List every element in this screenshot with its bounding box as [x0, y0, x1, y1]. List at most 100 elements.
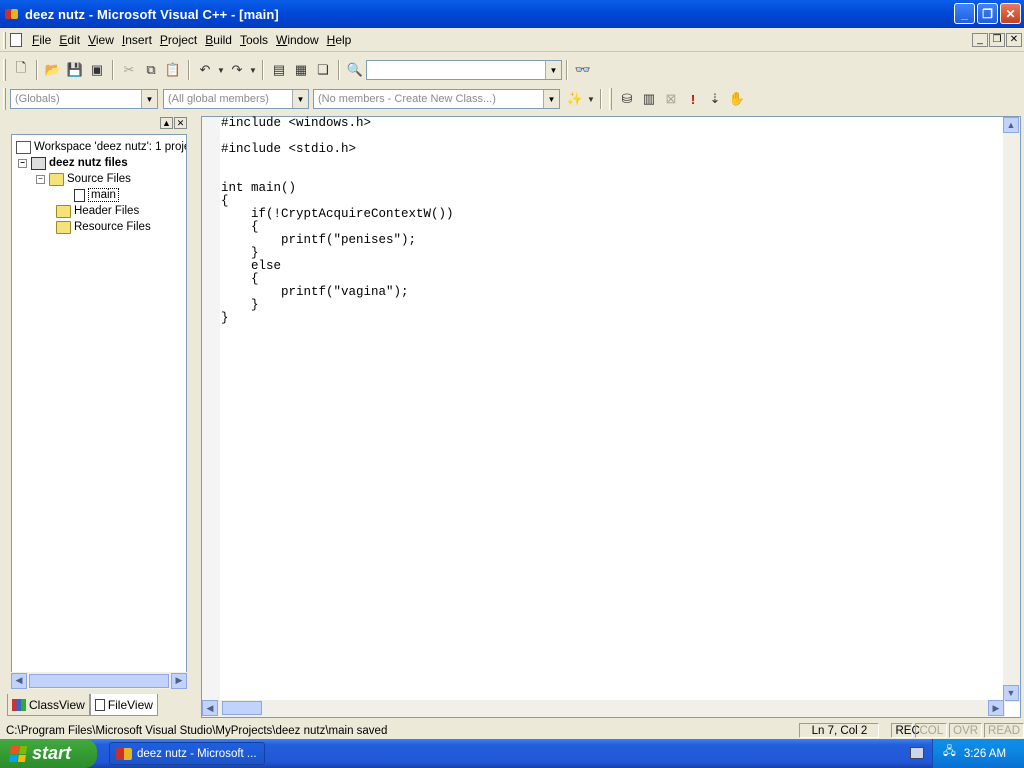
taskbar: start deez nutz - Microsoft ... 🖧 3:26 A… — [0, 739, 1024, 768]
workspace-icon[interactable]: ▤ — [268, 59, 290, 81]
find-in-files-icon[interactable]: 🔍 — [344, 59, 366, 81]
menu-help[interactable]: Help — [323, 33, 356, 47]
class-combo[interactable]: (No members - Create New Class...) ▼ — [313, 89, 560, 109]
code-line[interactable]: } — [221, 312, 454, 325]
tree-workspace-root[interactable]: Workspace 'deez nutz': 1 proje — [16, 139, 186, 155]
minimize-button[interactable]: _ — [954, 3, 975, 24]
chevron-down-icon[interactable]: ▼ — [292, 90, 308, 108]
chevron-down-icon[interactable]: ▼ — [543, 90, 559, 108]
scroll-left-icon[interactable]: ◀ — [202, 700, 218, 716]
toolbar-grip[interactable] — [609, 88, 612, 110]
tree-horizontal-scrollbar[interactable]: ◀ ▶ — [11, 672, 187, 689]
scroll-down-icon[interactable]: ▼ — [1003, 685, 1019, 701]
save-all-icon[interactable]: ▣ — [86, 59, 108, 81]
menu-window[interactable]: Window — [272, 33, 323, 47]
code-line[interactable]: #include <stdio.h> — [221, 143, 454, 156]
menu-build[interactable]: Build — [201, 33, 236, 47]
tree-file-main[interactable]: main — [74, 187, 119, 203]
wizard-wand-icon[interactable]: ✨ — [564, 88, 586, 110]
tab-fileview[interactable]: FileView — [89, 694, 158, 716]
chevron-down-icon[interactable]: ▼ — [545, 61, 561, 79]
scroll-thumb[interactable] — [222, 701, 262, 715]
source-file-icon — [74, 188, 85, 202]
scroll-up-icon[interactable]: ▲ — [1003, 117, 1019, 133]
go-icon[interactable]: ⇣ — [704, 88, 726, 110]
status-bar: C:\Program Files\Microsoft Visual Studio… — [0, 722, 1024, 739]
execute-icon[interactable]: ! — [682, 88, 704, 110]
cut-icon[interactable]: ✂ — [118, 59, 140, 81]
tree-source-files[interactable]: − Source Files — [36, 171, 131, 187]
stop-build-icon[interactable]: ⊠ — [660, 88, 682, 110]
mdi-restore-button[interactable]: ❐ — [989, 33, 1005, 47]
mdi-minimize-button[interactable]: _ — [972, 33, 988, 47]
clock[interactable]: 3:26 AM — [964, 748, 1006, 760]
maximize-button[interactable]: ❐ — [977, 3, 998, 24]
output-icon[interactable]: ▦ — [290, 59, 312, 81]
status-rec: REC — [891, 723, 920, 738]
window-list-icon[interactable]: ❏ — [312, 59, 334, 81]
editor-gutter[interactable] — [202, 117, 220, 702]
redo-dropdown-icon[interactable]: ▼ — [248, 59, 258, 81]
code-line[interactable] — [221, 156, 454, 169]
code-line[interactable]: int main() — [221, 182, 454, 195]
close-button[interactable]: ✕ — [1000, 3, 1021, 24]
scroll-thumb[interactable] — [29, 673, 169, 688]
chevron-down-icon[interactable]: ▼ — [141, 90, 157, 108]
start-button[interactable]: start — [0, 739, 97, 768]
breakpoint-hand-icon[interactable]: ✋ — [726, 88, 748, 110]
menu-edit[interactable]: Edit — [55, 33, 84, 47]
toolbar-grip[interactable] — [3, 88, 6, 110]
globals-combo[interactable]: (Globals) ▼ — [10, 89, 158, 109]
document-icon[interactable] — [10, 33, 22, 47]
find-combo[interactable]: ▼ — [366, 60, 562, 80]
code-editor[interactable]: #include <windows.h> #include <stdio.h> in… — [201, 116, 1021, 718]
status-read: READ — [984, 723, 1024, 738]
code-text[interactable]: #include <windows.h> #include <stdio.h> in… — [221, 117, 454, 325]
undo-dropdown-icon[interactable]: ▼ — [216, 59, 226, 81]
build-icon[interactable]: ▥ — [638, 88, 660, 110]
open-folder-icon[interactable]: 📂 — [42, 59, 64, 81]
tree-header-files[interactable]: Header Files — [56, 203, 139, 219]
copy-icon[interactable]: ⧉ — [140, 59, 162, 81]
scroll-right-icon[interactable]: ▶ — [171, 672, 187, 689]
tree-project[interactable]: − deez nutz files — [18, 155, 128, 171]
members-combo[interactable]: (All global members) ▼ — [163, 89, 309, 109]
redo-icon[interactable]: ↷ — [226, 59, 248, 81]
tab-classview[interactable]: ClassView — [7, 694, 90, 716]
editor-vertical-scrollbar[interactable]: ▲ ▼ — [1003, 117, 1020, 702]
menu-grip[interactable] — [3, 31, 6, 49]
menu-view[interactable]: View — [84, 33, 118, 47]
collapse-icon[interactable]: − — [18, 158, 27, 168]
panel-collapse-button[interactable]: ▲ — [160, 117, 173, 129]
collapse-icon[interactable]: − — [36, 174, 45, 184]
new-file-icon[interactable]: 🗋 — [10, 59, 32, 81]
keyboard-icon[interactable] — [910, 747, 924, 759]
menu-bar: File Edit View Insert Project Build Tool… — [0, 29, 1024, 52]
menu-tools[interactable]: Tools — [236, 33, 272, 47]
find-binoculars-icon[interactable]: 👓 — [572, 59, 594, 81]
network-icon[interactable]: 🖧 — [943, 744, 956, 763]
scroll-right-icon[interactable]: ▶ — [988, 700, 1004, 716]
code-line[interactable]: } — [221, 299, 454, 312]
folder-icon — [56, 204, 71, 218]
menu-project[interactable]: Project — [156, 33, 201, 47]
title-bar[interactable]: deez nutz - Microsoft Visual C++ - [main… — [0, 0, 1024, 28]
wizard-dropdown-icon[interactable]: ▼ — [586, 88, 596, 110]
paste-icon[interactable]: 📋 — [162, 59, 184, 81]
editor-horizontal-scrollbar[interactable]: ◀ ▶ — [202, 700, 1005, 717]
tree-resource-files[interactable]: Resource Files — [56, 219, 151, 235]
menu-insert[interactable]: Insert — [118, 33, 156, 47]
toolbar-separator — [338, 60, 340, 80]
folder-icon — [56, 220, 71, 234]
scroll-left-icon[interactable]: ◀ — [11, 672, 27, 689]
toolbar-grip[interactable] — [3, 59, 6, 81]
taskbar-item-vcpp[interactable]: deez nutz - Microsoft ... — [109, 742, 265, 765]
file-tree[interactable]: Workspace 'deez nutz': 1 proje − deez nu… — [11, 134, 187, 689]
mdi-close-button[interactable]: ✕ — [1006, 33, 1022, 47]
compile-icon[interactable]: ⛁ — [616, 88, 638, 110]
code-line[interactable]: #include <windows.h> — [221, 117, 454, 130]
undo-icon[interactable]: ↶ — [194, 59, 216, 81]
panel-close-button[interactable]: ✕ — [174, 117, 187, 129]
save-icon[interactable]: 💾 — [64, 59, 86, 81]
menu-file[interactable]: File — [28, 33, 55, 47]
